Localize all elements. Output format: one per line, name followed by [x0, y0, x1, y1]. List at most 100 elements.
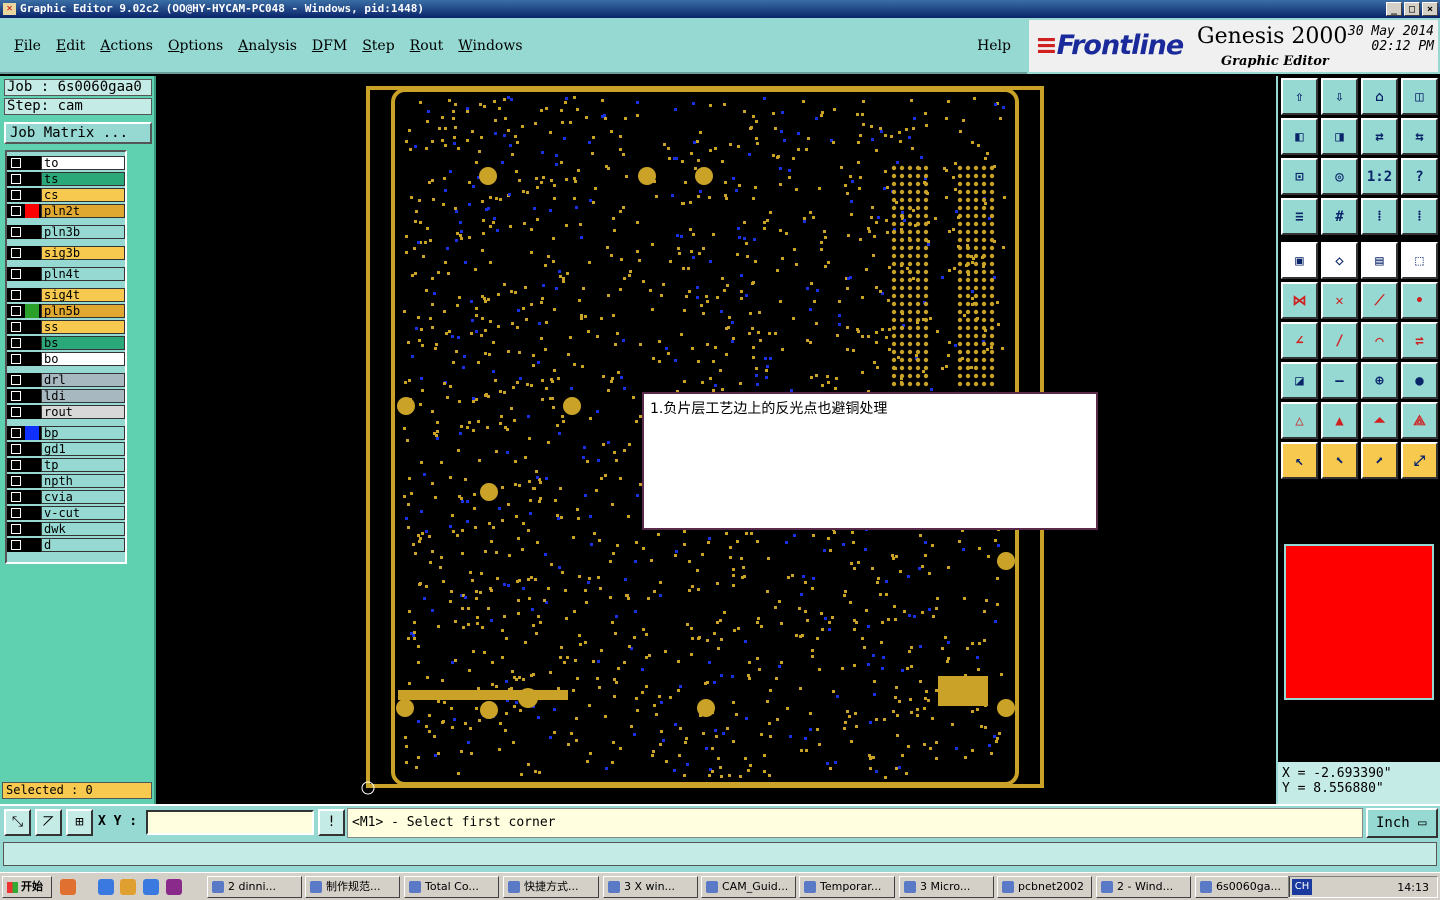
taskbar-task[interactable]: pcbnet2002 [997, 876, 1092, 898]
layer-checkbox[interactable] [11, 375, 21, 385]
select-tool-button[interactable]: ↖ [1281, 442, 1318, 479]
quicklaunch-icon[interactable] [60, 879, 76, 895]
layer-row-sig3b[interactable]: sig3b [7, 246, 127, 260]
layer-row-ldi[interactable]: ldi [7, 389, 127, 403]
mixed-tool-button[interactable]: ◪ [1281, 362, 1318, 399]
close-button[interactable]: × [1422, 2, 1438, 16]
scale-tool-button[interactable]: 1:2 [1361, 158, 1398, 195]
taskbar-task[interactable]: 制作规范... [305, 876, 400, 898]
tri-b-tool-button[interactable]: ▲ [1321, 402, 1358, 439]
layer-row-sig4t[interactable]: sig4t [7, 288, 127, 302]
menu-options[interactable]: Options [168, 38, 223, 54]
layer-checkbox[interactable] [11, 391, 21, 401]
flip-tool-button[interactable]: ⇌ [1401, 322, 1438, 359]
snap-b-tool-button[interactable]: ⁞ [1401, 198, 1438, 235]
measure-tool-button[interactable]: ⊕ [1361, 362, 1398, 399]
arc-tool-button[interactable]: ⌒ [1361, 322, 1398, 359]
dash-tool-button[interactable]: — [1321, 362, 1358, 399]
maximize-button[interactable]: □ [1404, 2, 1420, 16]
layer-checkbox[interactable] [11, 322, 21, 332]
job-matrix-button[interactable]: Job Matrix ... [4, 122, 152, 144]
help-tool-button[interactable]: ? [1401, 158, 1438, 195]
zoom-home-tool-button[interactable]: ⇧ [1281, 78, 1318, 115]
layer-checkbox[interactable] [11, 306, 21, 316]
angle-tool-button[interactable]: ∠ [1281, 322, 1318, 359]
layer-row-bs[interactable]: bs [7, 336, 127, 350]
taskbar-task[interactable]: 2 dinni... [207, 876, 302, 898]
mirror-tool-button[interactable]: ⇄ [1361, 118, 1398, 155]
layer-checkbox[interactable] [11, 508, 21, 518]
layer-checkbox[interactable] [11, 444, 21, 454]
layer-row-ss[interactable]: ss [7, 320, 127, 334]
layer-row-to[interactable]: to [7, 156, 127, 170]
layer-row-d[interactable]: d [7, 538, 127, 552]
layer-row-cvia[interactable]: cvia [7, 490, 127, 504]
split-view-tool-button[interactable]: ◫ [1401, 78, 1438, 115]
tri-a-tool-button[interactable]: △ [1281, 402, 1318, 439]
menu-actions[interactable]: Actions [100, 38, 153, 54]
clock-app-icon[interactable] [120, 879, 136, 895]
layer-checkbox[interactable] [11, 158, 21, 168]
layer-row-bp[interactable]: bp [7, 426, 127, 440]
tools-tool-button[interactable]: ≡ [1281, 198, 1318, 235]
point-tool-button[interactable]: • [1401, 282, 1438, 319]
layer-checkbox[interactable] [11, 354, 21, 364]
connect-tool-button[interactable]: ⋈ [1281, 282, 1318, 319]
layer-checkbox[interactable] [11, 540, 21, 550]
layer-checkbox[interactable] [11, 338, 21, 348]
menu-file[interactable]: File [14, 38, 41, 54]
taskbar-task[interactable]: 2 - Wind... [1096, 876, 1191, 898]
layer-checkbox[interactable] [11, 460, 21, 470]
layer-checkbox[interactable] [11, 190, 21, 200]
layer-row-rout[interactable]: rout [7, 405, 127, 419]
select-poly-tool-button[interactable]: ⬈ [1361, 442, 1398, 479]
taskbar-task[interactable]: 3 Micro... [899, 876, 994, 898]
frame-tool-button[interactable]: ▣ [1281, 242, 1318, 279]
tri-d-tool-button[interactable]: ⟁ [1401, 402, 1438, 439]
ie-icon[interactable] [98, 879, 114, 895]
menu-dfm[interactable]: DFM [312, 38, 347, 54]
start-button[interactable]: 开始 [2, 876, 52, 898]
route-tool-button[interactable]: ⤢ [1401, 442, 1438, 479]
line-tool-button[interactable]: ⟋ [1361, 282, 1398, 319]
zoom-in-tool-button[interactable]: ⇩ [1321, 78, 1358, 115]
blob-tool-button[interactable]: ● [1401, 362, 1438, 399]
layer-checkbox[interactable] [11, 476, 21, 486]
pan-right-tool-button[interactable]: ◨ [1321, 118, 1358, 155]
menu-rout[interactable]: Rout [410, 38, 444, 54]
layer-checkbox[interactable] [11, 248, 21, 258]
warning-button[interactable]: ! [318, 809, 345, 836]
layer-row-ts[interactable]: ts [7, 172, 127, 186]
taskbar-task[interactable]: Total Co... [404, 876, 499, 898]
tri-c-tool-button[interactable]: ⏶ [1361, 402, 1398, 439]
layer-checkbox[interactable] [11, 290, 21, 300]
menu-analysis[interactable]: Analysis [238, 38, 297, 54]
layer-row-pln3b[interactable]: pln3b [7, 225, 127, 239]
xy-input[interactable] [146, 810, 314, 835]
layer-row-dwk[interactable]: dwk [7, 522, 127, 536]
center-tool-button[interactable]: ◎ [1321, 158, 1358, 195]
layer-checkbox[interactable] [11, 492, 21, 502]
fit-tool-button[interactable]: ⊡ [1281, 158, 1318, 195]
units-select[interactable]: Inch ▭ [1366, 808, 1438, 838]
layer-row-tp[interactable]: tp [7, 458, 127, 472]
layer-row-npth[interactable]: npth [7, 474, 127, 488]
taskbar-task[interactable]: Temporar... [799, 876, 895, 898]
grid-button[interactable]: ⊞ [66, 809, 93, 836]
layer-row-bo[interactable]: bo [7, 352, 127, 366]
layer-checkbox[interactable] [11, 174, 21, 184]
ruler-tool-button[interactable]: ▤ [1361, 242, 1398, 279]
slash-tool-button[interactable]: / [1321, 322, 1358, 359]
dotbox-tool-button[interactable]: ⬚ [1401, 242, 1438, 279]
menu-edit[interactable]: Edit [56, 38, 85, 54]
shape-tool-button[interactable]: ◇ [1321, 242, 1358, 279]
menu-windows[interactable]: Windows [458, 38, 522, 54]
taskbar-task[interactable]: CAM_Guid... [701, 876, 796, 898]
layer-checkbox[interactable] [11, 206, 21, 216]
select-box-tool-button[interactable]: ⬉ [1321, 442, 1358, 479]
layer-checkbox[interactable] [11, 227, 21, 237]
swap-tool-button[interactable]: ⇆ [1401, 118, 1438, 155]
browser-icon[interactable] [143, 879, 159, 895]
taskbar-task[interactable]: 快捷方式... [503, 876, 599, 898]
layer-checkbox[interactable] [11, 428, 21, 438]
